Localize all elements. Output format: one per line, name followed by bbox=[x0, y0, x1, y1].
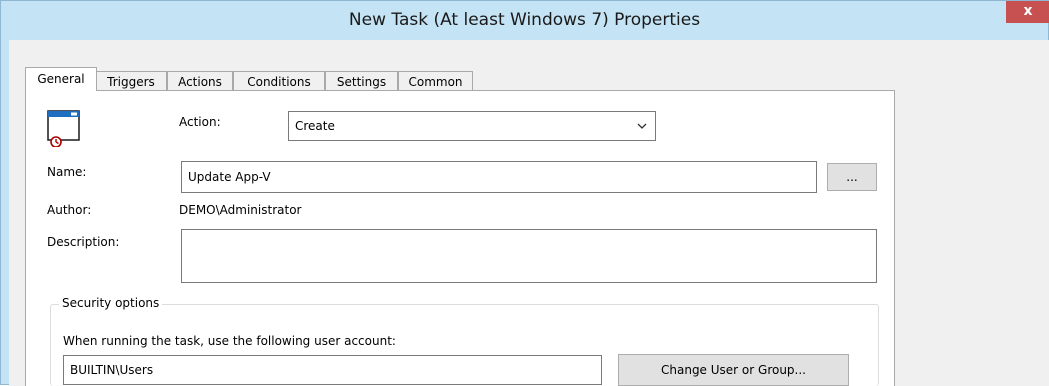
account-prompt: When running the task, use the following… bbox=[63, 334, 396, 348]
scheduled-task-icon bbox=[47, 109, 81, 148]
name-label: Name: bbox=[47, 165, 87, 179]
security-options-legend: Security options bbox=[59, 296, 163, 310]
close-button[interactable]: x bbox=[1006, 1, 1049, 23]
action-dropdown[interactable]: Create bbox=[288, 111, 656, 141]
name-field[interactable]: Update App-V bbox=[181, 161, 817, 193]
window-title: New Task (At least Windows 7) Properties bbox=[348, 10, 701, 30]
tab-conditions[interactable]: Conditions bbox=[233, 71, 325, 91]
description-label: Description: bbox=[47, 235, 120, 249]
action-label: Action: bbox=[179, 115, 221, 129]
dialog-window: New Task (At least Windows 7) Properties… bbox=[0, 0, 1049, 386]
tab-settings[interactable]: Settings bbox=[325, 71, 398, 91]
description-field[interactable] bbox=[181, 229, 877, 283]
close-icon: x bbox=[1023, 3, 1033, 19]
author-value: DEMO\Administrator bbox=[179, 203, 302, 217]
tab-common[interactable]: Common bbox=[398, 71, 473, 91]
user-account-field: BUILTIN\Users bbox=[63, 355, 602, 385]
change-user-or-group-button[interactable]: Change User or Group... bbox=[618, 354, 849, 386]
title-bar[interactable]: New Task (At least Windows 7) Properties… bbox=[1, 1, 1049, 40]
tab-triggers[interactable]: Triggers bbox=[95, 71, 167, 91]
action-value: Create bbox=[295, 119, 335, 133]
chevron-down-icon bbox=[637, 112, 647, 150]
tab-general[interactable]: General bbox=[25, 67, 97, 91]
browse-button[interactable]: ... bbox=[827, 163, 877, 191]
author-label: Author: bbox=[47, 203, 92, 217]
tab-actions[interactable]: Actions bbox=[167, 71, 233, 91]
